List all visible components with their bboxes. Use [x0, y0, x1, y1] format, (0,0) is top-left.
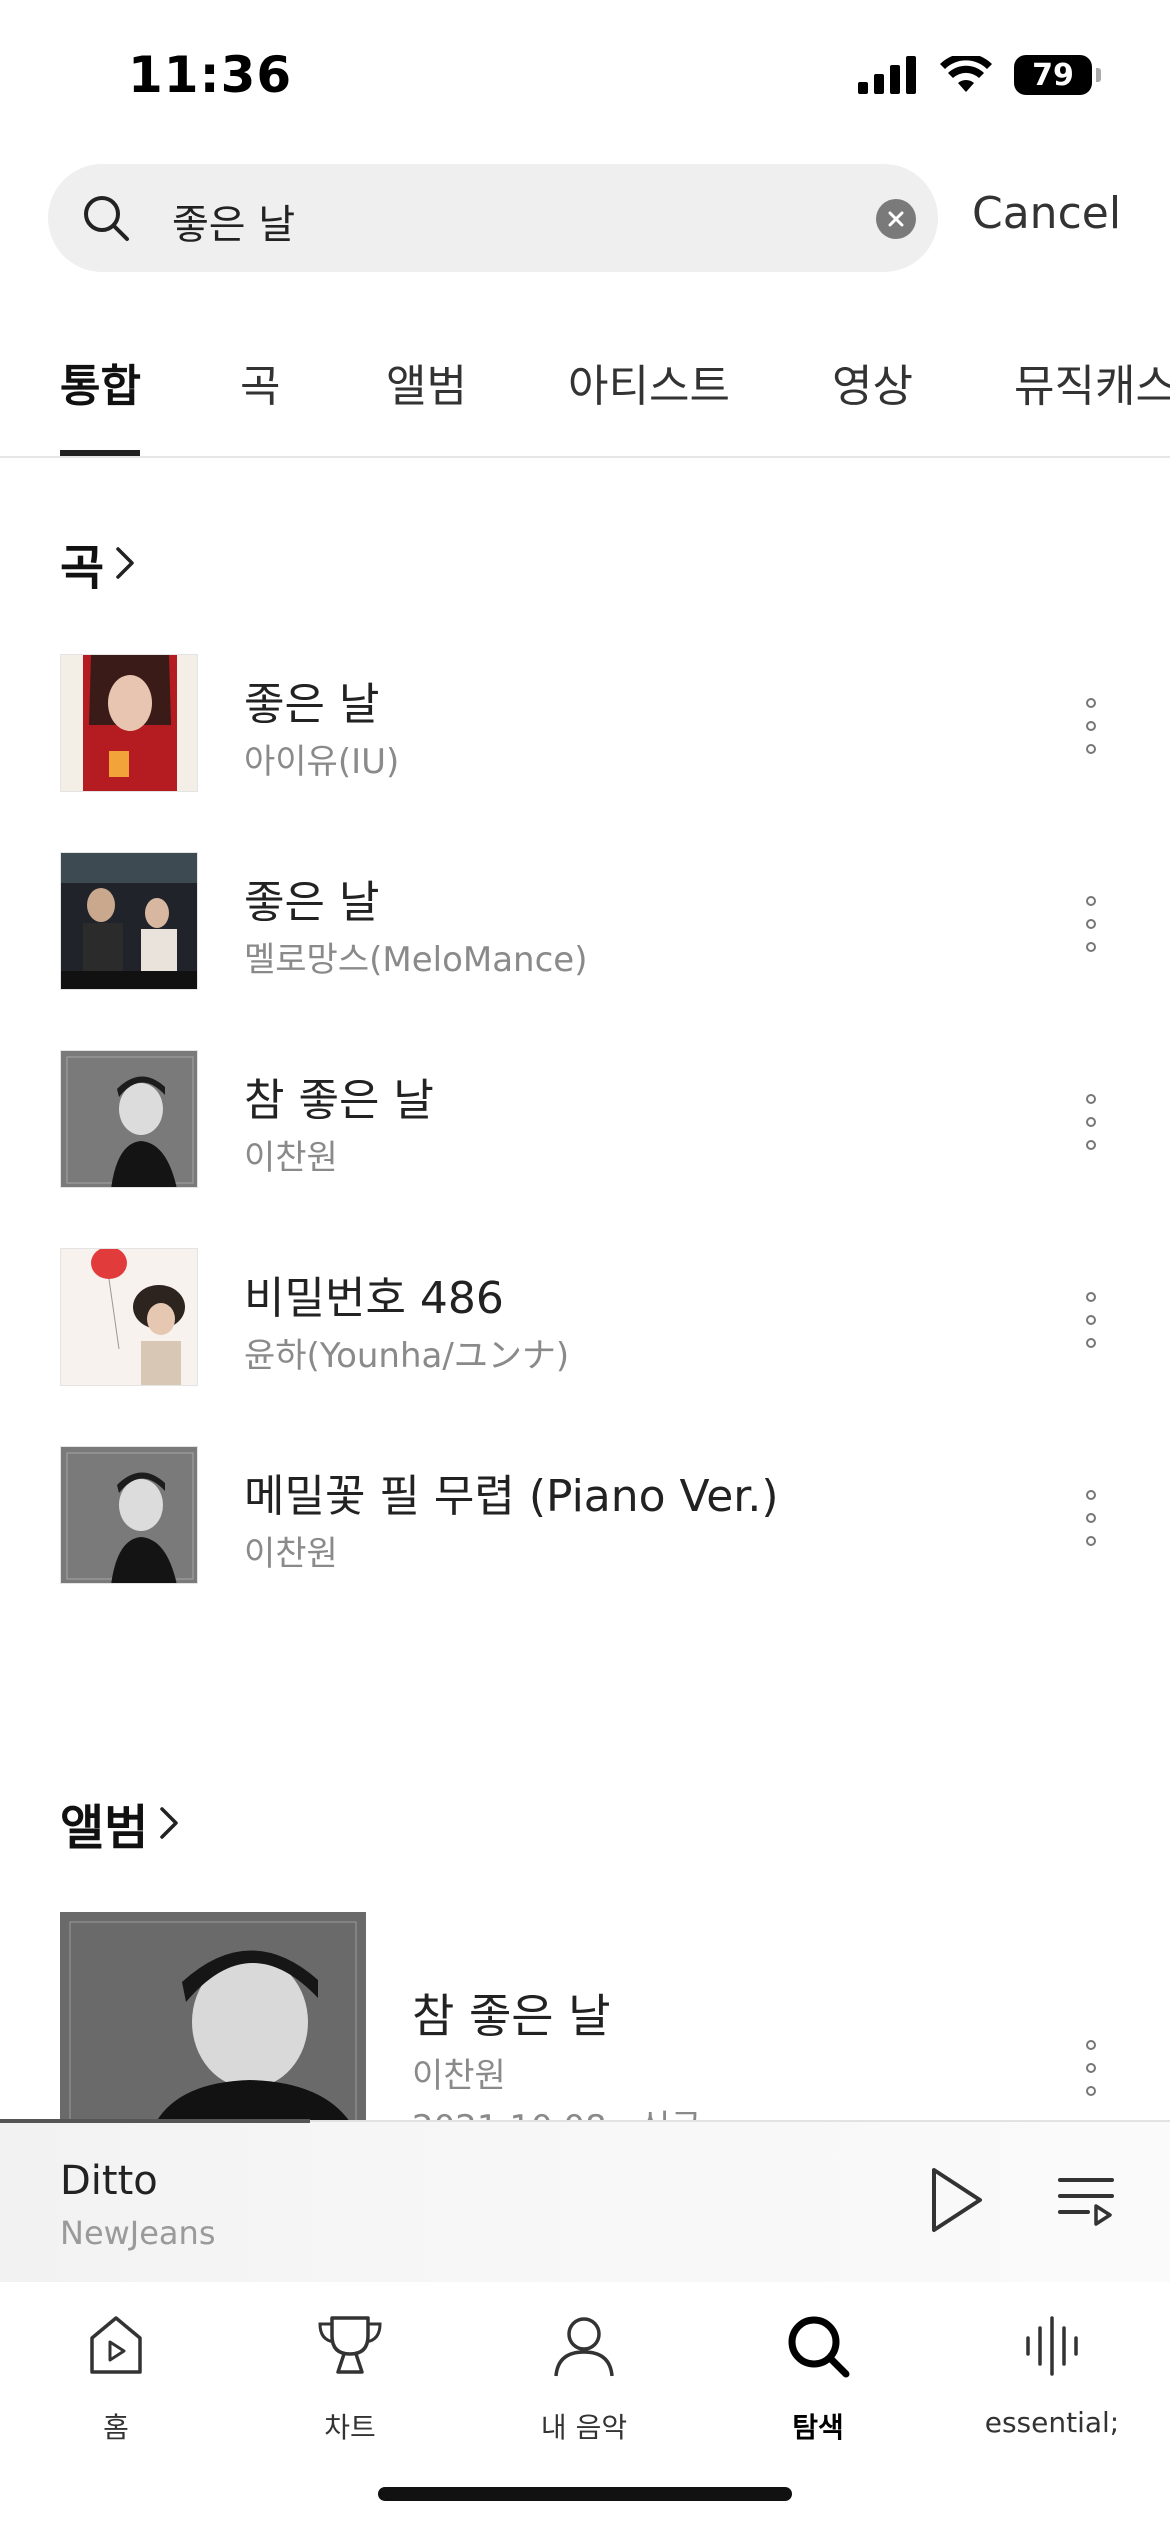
tab-albums[interactable]: 앨범 [386, 350, 467, 414]
nav-my-music[interactable]: 내 음악 [484, 2306, 684, 2446]
more-options-button[interactable] [1074, 1094, 1108, 1150]
tab-musiccast[interactable]: 뮤직캐스 [1014, 350, 1170, 414]
song-title: 참 좋은 날 [244, 1075, 434, 1126]
chevron-right-icon [116, 547, 134, 579]
tab-all[interactable]: 통합 [60, 350, 141, 414]
clear-icon [888, 211, 904, 227]
song-row[interactable]: 메밀꽃 필 무렵 (Piano Ver.) 이찬원 [0, 1446, 1170, 1586]
now-playing-artist: NewJeans [60, 2214, 216, 2252]
search-tabs: 통합 곡 앨범 아티스트 영상 뮤직캐스 [0, 340, 1170, 458]
nav-essential[interactable]: essential; [952, 2306, 1152, 2439]
albums-section-header[interactable]: 앨범 [60, 1788, 184, 1858]
nav-explore[interactable]: 탐색 [718, 2306, 918, 2446]
status-time: 11:36 [128, 46, 293, 104]
albums-section-title: 앨범 [60, 1800, 149, 1856]
nav-chart[interactable]: 차트 [250, 2306, 450, 2446]
trophy-icon [318, 2316, 382, 2374]
waveform-icon [1026, 2316, 1078, 2376]
search-icon [84, 196, 129, 241]
album-art [60, 1050, 198, 1188]
song-row[interactable]: 참 좋은 날 이찬원 [0, 1050, 1170, 1190]
nav-essential-label: essential; [984, 2406, 1120, 2439]
song-title: 좋은 날 [244, 877, 380, 928]
tab-songs[interactable]: 곡 [240, 350, 280, 414]
album-cover[interactable] [60, 1912, 366, 2122]
home-icon [90, 2316, 142, 2374]
wifi-icon [940, 56, 992, 92]
play-icon[interactable] [926, 2164, 986, 2236]
song-title: 좋은 날 [244, 679, 380, 730]
song-artist: 이찬원 [244, 1138, 338, 1178]
nav-home-label: 홈 [103, 2411, 129, 2444]
album-art [60, 852, 198, 990]
song-row[interactable]: 좋은 날 멜로망스(MeloMance) [0, 852, 1170, 992]
battery-level: 79 [1032, 57, 1074, 93]
playback-progress [0, 2119, 310, 2123]
more-options-button[interactable] [1074, 896, 1108, 952]
album-art [60, 654, 198, 792]
search-input[interactable]: 좋은 날 [172, 192, 295, 250]
song-title: 비밀번호 486 [244, 1273, 504, 1324]
album-art [60, 1446, 198, 1584]
now-playing-title: Ditto [60, 2158, 158, 2204]
songs-section-title: 곡 [60, 540, 105, 596]
status-bar: 11:36 79 [0, 0, 1170, 150]
cancel-button[interactable]: Cancel [972, 188, 1121, 239]
songs-section-header[interactable]: 곡 [60, 528, 140, 598]
song-artist: 아이유(IU) [244, 742, 400, 782]
song-artist: 이찬원 [244, 1534, 338, 1574]
song-row[interactable]: 좋은 날 아이유(IU) [0, 654, 1170, 794]
more-options-button[interactable] [1074, 698, 1108, 754]
tab-videos[interactable]: 영상 [832, 350, 913, 414]
more-options-button[interactable] [1074, 1292, 1108, 1348]
song-row[interactable]: 비밀번호 486 윤하(Younha/ユンナ) [0, 1248, 1170, 1388]
active-tab-indicator [60, 450, 140, 456]
nav-explore-label: 탐색 [792, 2411, 844, 2444]
album-art [60, 1248, 198, 1386]
album-title[interactable]: 참 좋은 날 [412, 1980, 611, 2046]
song-artist: 멜로망스(MeloMance) [244, 940, 588, 980]
clear-search-button[interactable] [876, 199, 916, 239]
more-options-button[interactable] [1074, 2040, 1108, 2096]
more-options-button[interactable] [1074, 1490, 1108, 1546]
search-icon [788, 2316, 850, 2378]
home-indicator[interactable] [378, 2487, 792, 2501]
nav-chart-label: 차트 [324, 2411, 376, 2444]
nav-my-music-label: 내 음악 [540, 2411, 628, 2444]
song-title: 메밀꽃 필 무렵 (Piano Ver.) [244, 1471, 779, 1522]
album-date: 2021.10.08 · 싱글 [412, 2100, 702, 2120]
album-artist: 이찬원 [412, 2056, 506, 2096]
search-bar[interactable]: 좋은 날 [48, 164, 938, 272]
status-icons: 79 [858, 55, 1101, 95]
mini-player[interactable]: Ditto NewJeans [0, 2119, 1170, 2282]
queue-icon[interactable] [1056, 2172, 1116, 2232]
chevron-right-icon [160, 1807, 179, 1839]
battery-icon: 79 [1014, 55, 1101, 95]
tab-artists[interactable]: 아티스트 [568, 350, 730, 414]
person-icon [554, 2317, 614, 2377]
song-artist: 윤하(Younha/ユンナ) [244, 1336, 570, 1376]
nav-home[interactable]: 홈 [16, 2306, 216, 2446]
cellular-signal-icon [858, 56, 916, 94]
